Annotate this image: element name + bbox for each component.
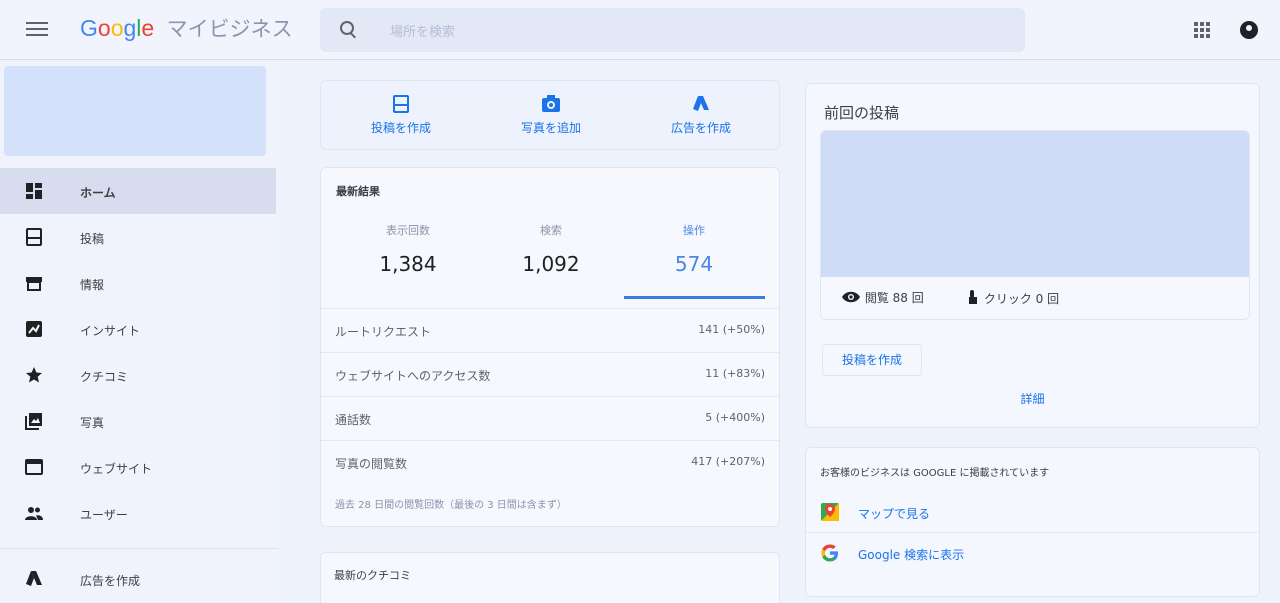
- product-name: マイビジネス: [166, 18, 293, 41]
- sidebar-item-create-ad[interactable]: 広告を作成: [0, 556, 276, 602]
- performance-title: 最新結果: [336, 185, 380, 198]
- post-icon: [26, 228, 42, 246]
- google-maps-icon: [821, 503, 839, 521]
- sidebar-item-info[interactable]: 情報: [0, 260, 276, 306]
- metric-row: ウェブサイトへのアクセス数 11 (+83%): [321, 352, 779, 396]
- performance-card: 最新結果 表示回数 1,384 検索 1,092 操作 574 ルートリクエスト…: [320, 167, 780, 527]
- last-post-title: 前回の投稿: [824, 104, 900, 122]
- stat-searches[interactable]: 検索 1,092: [486, 222, 616, 276]
- top-app-bar: Google マイビジネス 場所を検索: [0, 0, 1280, 60]
- sidebar-item-label: 情報: [80, 278, 105, 292]
- last-post-card: 前回の投稿 閲覧 88 回 クリック 0 回 投稿を作成 詳細: [805, 83, 1260, 428]
- quick-actions-card: 投稿を作成 写真を追加 広告を作成: [320, 80, 780, 150]
- sidebar-item-insights[interactable]: インサイト: [0, 306, 276, 352]
- reviews-title: 最新のクチコミ: [334, 569, 411, 582]
- latest-reviews-card: 最新のクチコミ: [320, 552, 780, 603]
- google-g-icon: [821, 544, 838, 562]
- account-avatar[interactable]: [1240, 21, 1258, 39]
- post-image: [821, 131, 1249, 277]
- google-ads-icon: [26, 571, 42, 586]
- website-icon: [25, 459, 43, 475]
- sidebar: ホーム 投稿 情報 インサイト クチコミ 写真 ウェブサイト ユーザー 広告を作…: [0, 62, 278, 603]
- post-clicks: クリック 0 回: [966, 289, 1059, 307]
- sidebar-item-website[interactable]: ウェブサイト: [0, 444, 276, 490]
- camera-icon: [542, 95, 560, 112]
- search-icon[interactable]: [338, 19, 360, 41]
- star-icon: [26, 367, 42, 383]
- view-on-search-link[interactable]: Google 検索に表示: [806, 533, 1259, 573]
- stat-actions[interactable]: 操作 574: [629, 222, 759, 276]
- post-preview[interactable]: 閲覧 88 回 クリック 0 回: [820, 130, 1250, 320]
- sidebar-item-home[interactable]: ホーム: [0, 168, 276, 214]
- sidebar-item-label: ホーム: [80, 186, 116, 200]
- business-banner[interactable]: [4, 66, 266, 156]
- create-post-button[interactable]: 投稿を作成: [326, 81, 476, 151]
- metric-row: 通話数 5 (+400%): [321, 396, 779, 440]
- create-ad-button[interactable]: 広告を作成: [626, 81, 776, 151]
- eye-icon: [842, 291, 860, 303]
- photos-icon: [25, 413, 42, 430]
- sidebar-item-reviews[interactable]: クチコミ: [0, 352, 276, 398]
- stat-views[interactable]: 表示回数 1,384: [343, 222, 473, 276]
- sidebar-divider: [0, 548, 278, 549]
- sidebar-item-label: クチコミ: [80, 370, 129, 384]
- sidebar-item-users[interactable]: ユーザー: [0, 490, 276, 536]
- menu-icon[interactable]: [26, 18, 48, 40]
- performance-footnote: 過去 28 日間の閲覧回数（最後の 3 日間は含まず）: [335, 500, 567, 511]
- google-ads-icon: [693, 96, 709, 111]
- sidebar-item-label: 投稿: [80, 232, 105, 246]
- storefront-icon: [26, 277, 42, 291]
- dashboard-icon: [26, 183, 42, 199]
- insights-icon: [26, 321, 42, 337]
- sidebar-item-label: インサイト: [80, 324, 141, 338]
- sidebar-item-photos[interactable]: 写真: [0, 398, 276, 444]
- users-icon: [25, 507, 43, 520]
- metric-row: 写真の閲覧数 417 (+207%): [321, 440, 779, 484]
- metric-row: ルートリクエスト 141 (+50%): [321, 308, 779, 352]
- search-input[interactable]: 場所を検索: [390, 21, 455, 40]
- sidebar-item-label: 写真: [80, 416, 105, 430]
- post-views: 閲覧 88 回: [841, 289, 924, 306]
- post-icon: [393, 95, 409, 113]
- apps-grid-icon[interactable]: [1194, 22, 1210, 38]
- google-my-business-logo[interactable]: Google マイビジネス: [80, 13, 293, 43]
- google-presence-title: お客様のビジネスは GOOGLE に掲載されています: [820, 468, 1050, 479]
- details-link[interactable]: 詳細: [806, 390, 1259, 407]
- touch-icon: [969, 290, 977, 304]
- create-post-button[interactable]: 投稿を作成: [822, 344, 922, 376]
- search-bar[interactable]: 場所を検索: [320, 8, 1025, 52]
- google-presence-card: お客様のビジネスは GOOGLE に掲載されています マップで見る Google…: [805, 447, 1260, 597]
- add-photo-button[interactable]: 写真を追加: [476, 81, 626, 151]
- sidebar-item-posts[interactable]: 投稿: [0, 214, 276, 260]
- sidebar-item-label: ウェブサイト: [80, 462, 153, 476]
- sidebar-item-label: 広告を作成: [80, 574, 141, 588]
- view-on-maps-link[interactable]: マップで見る: [806, 492, 1259, 532]
- active-stat-indicator: [624, 296, 765, 299]
- sidebar-item-label: ユーザー: [80, 508, 128, 522]
